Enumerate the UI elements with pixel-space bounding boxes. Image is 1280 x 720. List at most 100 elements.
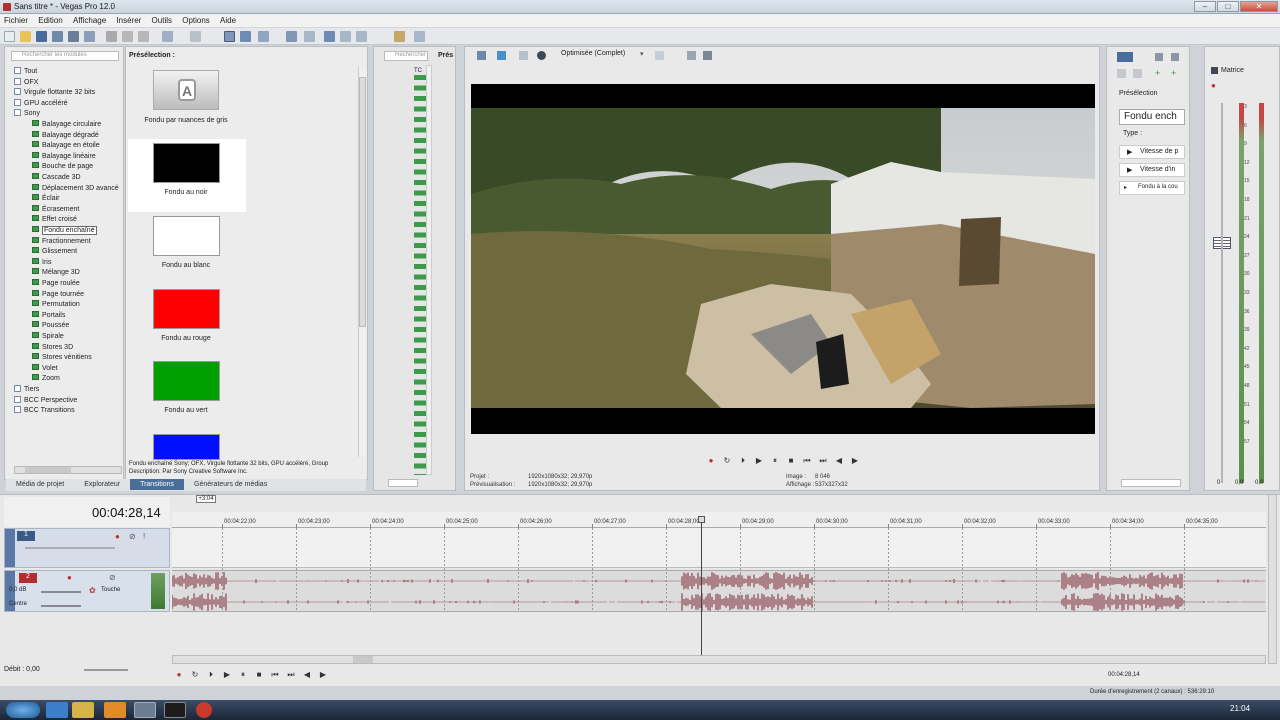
video-fx-icon[interactable]: ● xyxy=(115,532,120,541)
main-play-icon[interactable]: ▶ xyxy=(222,670,232,680)
mini-fx-list[interactable] xyxy=(414,75,426,475)
tree-item-category[interactable]: Virgule flottante 32 bits xyxy=(14,88,95,96)
timeline-scroll-thumb[interactable] xyxy=(353,656,373,663)
taskbar-media-icon[interactable] xyxy=(104,702,126,718)
save-as-icon[interactable] xyxy=(52,31,63,42)
fx-bypass-icon[interactable] xyxy=(1155,53,1163,61)
expand-toggle-icon[interactable] xyxy=(14,385,21,392)
tree-item-sony-transition[interactable]: Balayage circulaire xyxy=(32,120,101,128)
menu-aide[interactable]: Aide xyxy=(216,14,240,25)
tree-item-sony-transition[interactable]: Glissement xyxy=(32,247,77,255)
expand-row-2-icon[interactable]: ▶ xyxy=(1127,166,1132,174)
fx-plugin-chooser-icon[interactable] xyxy=(1171,53,1179,61)
crossfade-icon[interactable] xyxy=(340,31,351,42)
tree-item-sony-transition[interactable]: Permutation xyxy=(32,300,80,308)
tab-transitions[interactable]: Transitions xyxy=(130,479,185,490)
master-fx-icon[interactable]: ● xyxy=(1211,81,1219,90)
tree-item-category[interactable]: BCC Transitions xyxy=(14,406,75,414)
fx-remove-icon[interactable]: + xyxy=(1171,69,1180,78)
overlays-icon[interactable] xyxy=(655,51,664,60)
preview-mode-icon[interactable] xyxy=(537,51,546,60)
redo-icon[interactable] xyxy=(190,31,201,42)
tree-scroll-thumb[interactable] xyxy=(25,467,71,473)
save-snapshot-icon[interactable] xyxy=(703,51,712,60)
go-to-end-icon[interactable]: ⏭ xyxy=(818,456,828,466)
audio-pan-slider[interactable] xyxy=(41,605,81,607)
presets-scroll-thumb[interactable] xyxy=(359,77,366,327)
expand-toggle-icon[interactable] xyxy=(14,109,21,117)
pause-icon[interactable]: ⏸ xyxy=(770,456,780,466)
help-icon[interactable] xyxy=(414,31,425,42)
tree-item-sony-transition[interactable]: Zoom xyxy=(32,374,60,382)
taskbar-explorer-icon[interactable] xyxy=(72,702,94,718)
tree-item-sony-transition[interactable]: Éclair xyxy=(32,194,60,202)
presets-scrollbar[interactable] xyxy=(358,67,366,457)
render-icon[interactable] xyxy=(68,31,79,42)
preset-thumb-black[interactable] xyxy=(153,143,220,183)
taskbar-app-icon[interactable] xyxy=(134,702,156,718)
video-solo-icon[interactable]: ! xyxy=(143,532,145,541)
tree-item-sony-transition[interactable]: Balayage en étoile xyxy=(32,141,100,149)
video-track-lane[interactable] xyxy=(172,528,1266,568)
auto-crossfade-icon[interactable] xyxy=(356,31,367,42)
tab-media-generators[interactable]: Générateurs de médias xyxy=(184,479,277,490)
menu-outils[interactable]: Outils xyxy=(148,14,176,25)
play-icon[interactable]: ▶ xyxy=(754,456,764,466)
main-record-icon[interactable]: ● xyxy=(174,670,184,680)
tree-item-sony-transition[interactable]: Balayage dégradé xyxy=(32,130,99,139)
plugin-search-input[interactable]: Rechercher les modules xyxy=(11,51,119,61)
tree-item-sony-transition[interactable]: Cascade 3D xyxy=(32,173,81,181)
tree-item-sony-transition[interactable]: Spirale xyxy=(32,332,64,340)
snapping-icon[interactable] xyxy=(286,31,297,42)
fx-save-preset-icon[interactable] xyxy=(1117,69,1126,78)
tree-item-category[interactable]: OFX xyxy=(14,77,38,86)
fx-row-fade-color[interactable]: Fondu à la cou xyxy=(1119,181,1185,195)
stop-icon[interactable]: ■ xyxy=(786,456,796,466)
expand-toggle-icon[interactable] xyxy=(14,88,21,96)
fx-icon[interactable] xyxy=(519,51,528,60)
timeline-h-scrollbar[interactable] xyxy=(172,655,1266,664)
tree-item-sony-transition[interactable]: Bouche de page xyxy=(32,162,93,170)
video-mute-icon[interactable]: ⊘ xyxy=(129,532,136,541)
tab-project-media[interactable]: Média de projet xyxy=(6,479,74,490)
video-opacity-slider[interactable] xyxy=(25,547,115,549)
audio-volume[interactable]: 0,0 dB xyxy=(9,587,26,593)
main-next-frame-icon[interactable]: ▶ xyxy=(318,670,328,680)
play-from-start-icon[interactable]: ⏵ xyxy=(738,456,748,466)
audio-fx-icon[interactable]: ✿ xyxy=(89,586,96,595)
rate-slider[interactable] xyxy=(84,669,128,671)
tree-item-sony-transition[interactable]: Écrasement xyxy=(32,204,79,213)
tree-item-sony-transition[interactable]: Page tournée xyxy=(32,289,84,298)
normal-edit-tool-icon[interactable] xyxy=(224,31,235,42)
paste-icon[interactable] xyxy=(138,31,149,42)
tree-item-sony-transition[interactable]: Effet croisé xyxy=(32,215,77,223)
selection-tool-icon[interactable] xyxy=(258,31,269,42)
tree-item-sony-transition[interactable]: Stores 3D xyxy=(32,342,73,351)
expand-toggle-icon[interactable] xyxy=(14,77,21,85)
lock-envelopes-icon[interactable] xyxy=(324,31,335,42)
taskbar-vegas-icon[interactable] xyxy=(164,702,186,718)
menu-inserer[interactable]: Insérer xyxy=(112,14,145,25)
taskbar-browser-icon[interactable] xyxy=(196,702,212,718)
expand-toggle-icon[interactable] xyxy=(14,98,21,106)
audio-mute-icon[interactable]: ⊘ xyxy=(109,573,116,582)
main-go-start-icon[interactable]: ⏮ xyxy=(270,670,280,680)
mini-scrollbar[interactable] xyxy=(426,65,432,475)
next-frame-icon[interactable]: ▶ xyxy=(850,456,860,466)
record-icon[interactable]: ● xyxy=(706,456,716,466)
audio-arm-record-icon[interactable]: ● xyxy=(67,573,72,582)
preset-thumb-grayscale[interactable]: A xyxy=(153,70,219,110)
menu-affichage[interactable]: Affichage xyxy=(69,14,110,25)
tree-item-sony-transition[interactable]: Volet xyxy=(32,363,58,372)
tree-item-sony-transition[interactable]: Page roulée xyxy=(32,279,80,287)
preset-thumb-red[interactable] xyxy=(153,289,220,329)
tree-item-sony-transition[interactable]: Fondu enchaîné xyxy=(32,226,97,235)
preset-thumb-blue[interactable] xyxy=(153,434,220,460)
tree-item-sony-transition[interactable]: Balayage linéaire xyxy=(32,151,96,160)
fx-chain-icon[interactable] xyxy=(1117,52,1133,62)
tree-item-sony-transition[interactable]: Poussée xyxy=(32,321,69,329)
time-ruler[interactable] xyxy=(172,512,1266,528)
quality-dropdown-icon[interactable]: ▾ xyxy=(640,50,644,58)
mini-h-scrollbar[interactable] xyxy=(388,479,418,487)
main-prev-frame-icon[interactable]: ◀ xyxy=(302,670,312,680)
